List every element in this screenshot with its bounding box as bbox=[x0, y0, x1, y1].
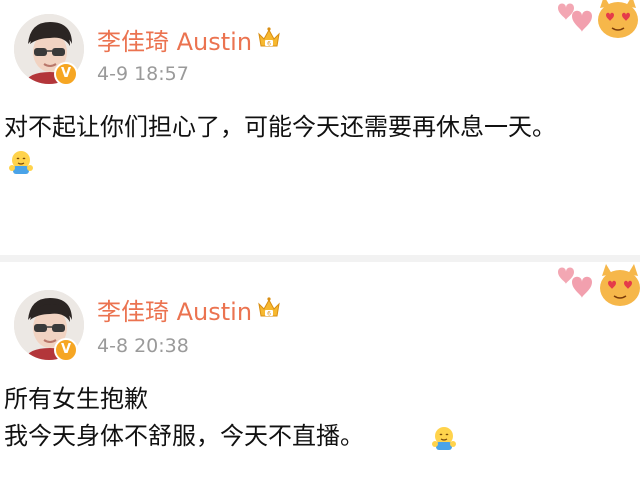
svg-text:6: 6 bbox=[267, 41, 271, 48]
weibo-post-1: V 李佳琦 Austin 6 4-9 18:57 对不起让你们担心了，可能今天还… bbox=[0, 0, 640, 255]
svg-text:6: 6 bbox=[267, 311, 271, 318]
hug-emoji-icon bbox=[9, 151, 33, 174]
post-text-line: 对不起让你们担心了，可能今天还需要再休息一天。 bbox=[4, 113, 556, 141]
post-divider bbox=[0, 255, 640, 262]
crown-vip-icon[interactable]: 6 bbox=[256, 25, 282, 51]
post-timestamp[interactable]: 4-8 20:38 bbox=[97, 335, 189, 357]
author-name[interactable]: 李佳琦 Austin bbox=[97, 22, 252, 57]
hearts-cat-sticker bbox=[558, 264, 640, 306]
post-text-line: 所有女生抱歉 bbox=[4, 385, 148, 413]
weibo-post-2: V 李佳琦 Austin 6 4-8 20:38 所有女生抱歉 我今天身体不舒服… bbox=[0, 262, 640, 479]
verified-badge-icon: V bbox=[54, 62, 78, 86]
crown-vip-icon[interactable]: 6 bbox=[256, 295, 282, 321]
verified-badge-icon: V bbox=[54, 338, 78, 362]
author-name[interactable]: 李佳琦 Austin bbox=[97, 292, 252, 327]
hug-emoji-icon bbox=[432, 427, 456, 450]
hearts-cat-sticker bbox=[558, 0, 638, 38]
post-timestamp[interactable]: 4-9 18:57 bbox=[97, 63, 189, 85]
post-text-line: 我今天身体不舒服，今天不直播。 bbox=[4, 422, 364, 450]
